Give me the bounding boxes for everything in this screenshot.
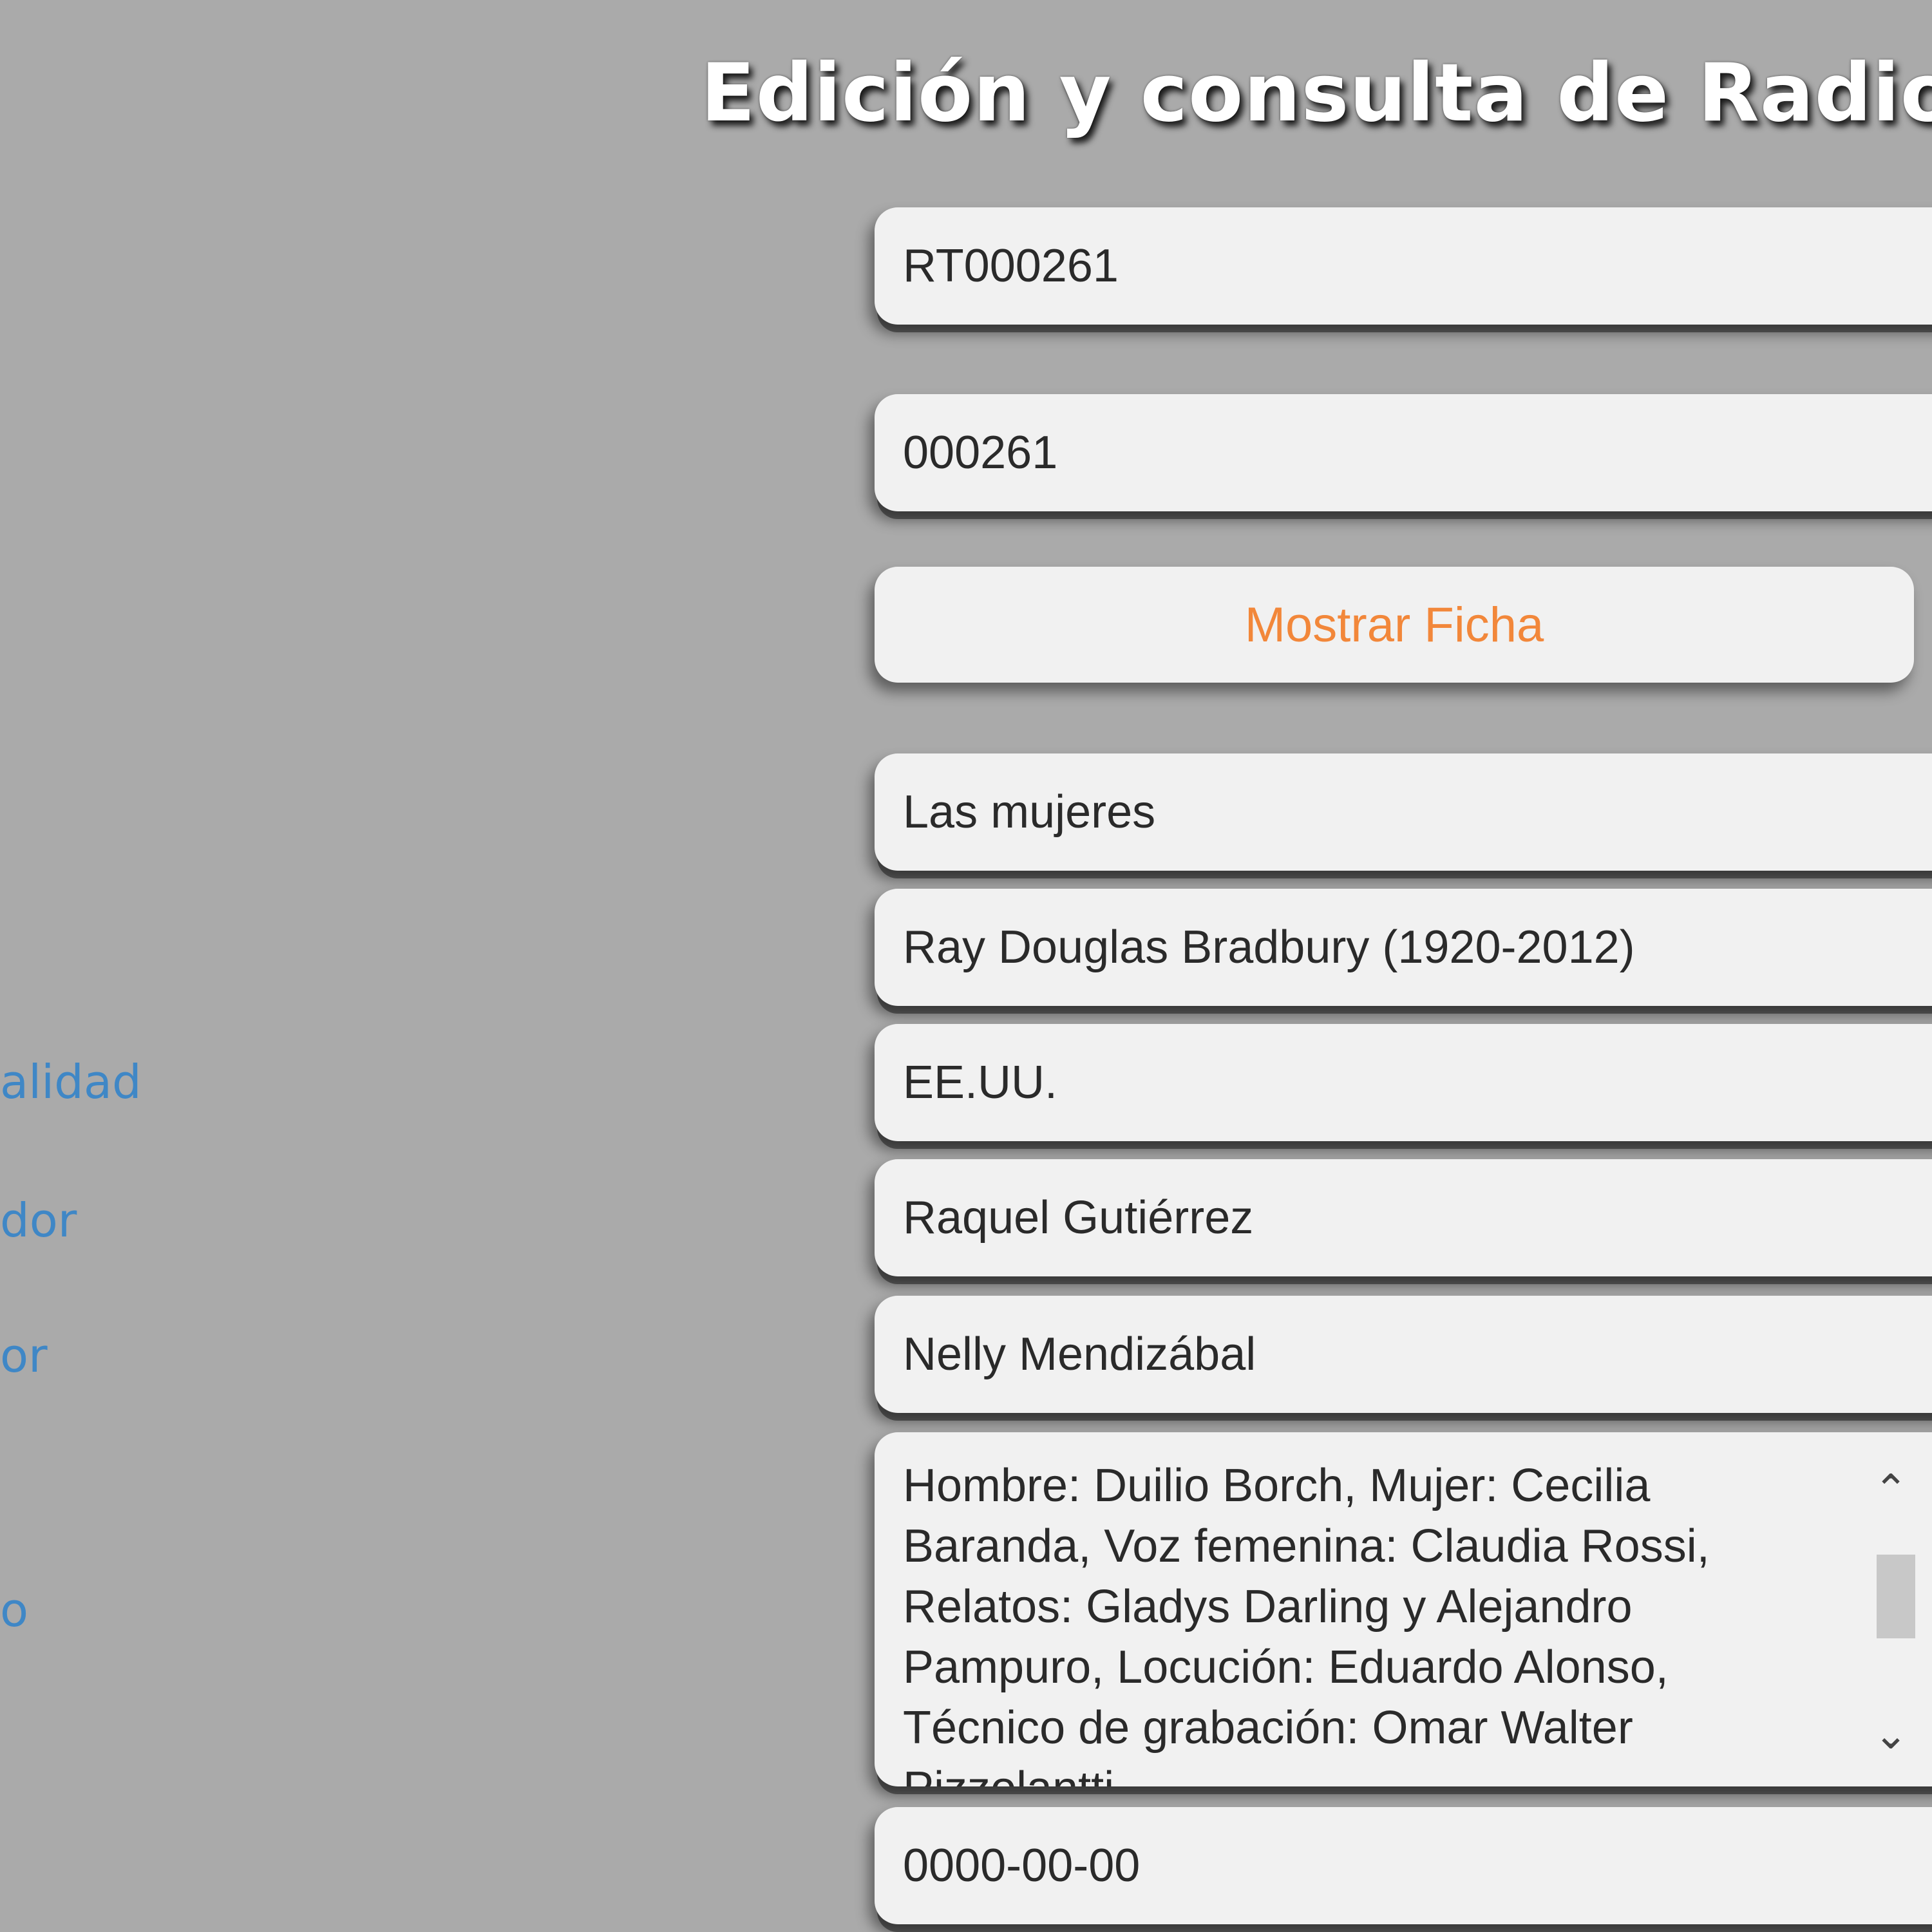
titulo-field[interactable]: Las mujeres	[875, 753, 1932, 871]
autor-field[interactable]: Ray Douglas Bradbury (1920-2012)	[875, 889, 1932, 1006]
scroll-thumb[interactable]	[1877, 1555, 1915, 1638]
reparto-textarea[interactable]: Hombre: Duilio Borch, Mujer: Cecilia Bar…	[875, 1432, 1932, 1786]
radioteatro-form-page: Edición y consulta de Radiote alidad dor…	[0, 0, 1932, 1932]
label-nacionalidad: alidad	[0, 1055, 142, 1109]
scroll-down-icon[interactable]: ⌄	[1871, 1714, 1910, 1756]
fecha-value: 0000-00-00	[903, 1840, 1141, 1891]
scroll-up-icon[interactable]: ⌃	[1871, 1470, 1910, 1511]
numero-field[interactable]: 000261	[875, 394, 1932, 511]
adaptador-value: Raquel Gutiérrez	[903, 1192, 1254, 1244]
codigo-value: RT000261	[903, 240, 1119, 292]
numero-value: 000261	[903, 427, 1058, 478]
label-reparto: o	[0, 1583, 29, 1637]
titulo-value: Las mujeres	[903, 786, 1156, 838]
label-adaptador: dor	[0, 1193, 77, 1247]
page-title: Edición y consulta de Radiote	[701, 47, 1932, 140]
reparto-value: Hombre: Duilio Borch, Mujer: Cecilia Bar…	[903, 1460, 1710, 1786]
label-director: or	[0, 1329, 48, 1383]
adaptador-field[interactable]: Raquel Gutiérrez	[875, 1159, 1932, 1276]
mostrar-ficha-button[interactable]: Mostrar Ficha	[875, 567, 1914, 683]
codigo-field[interactable]: RT000261	[875, 207, 1932, 325]
autor-value: Ray Douglas Bradbury (1920-2012)	[903, 922, 1635, 973]
reparto-scrollbar[interactable]: ⌃ ⌄	[1871, 1470, 1915, 1756]
nacionalidad-field[interactable]: EE.UU.	[875, 1024, 1932, 1141]
fecha-field[interactable]: 0000-00-00	[875, 1807, 1932, 1924]
nacionalidad-value: EE.UU.	[903, 1057, 1058, 1108]
director-field[interactable]: Nelly Mendizábal	[875, 1296, 1932, 1413]
director-value: Nelly Mendizábal	[903, 1329, 1256, 1380]
